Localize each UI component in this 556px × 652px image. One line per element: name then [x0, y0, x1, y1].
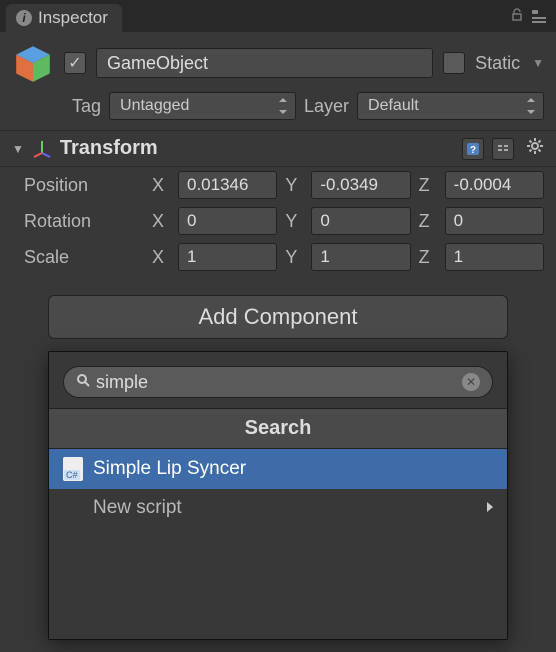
gameobject-header: ✓ Static ▼ — [0, 32, 556, 88]
add-component-section: Add Component — [0, 275, 556, 339]
position-x-input[interactable] — [178, 171, 277, 199]
transform-title: Transform — [60, 137, 454, 160]
axis-z-label: Z — [419, 175, 437, 196]
lock-icon[interactable] — [510, 8, 524, 25]
result-new-script[interactable]: New script — [49, 489, 507, 527]
axis-x-label: X — [152, 175, 170, 196]
info-icon: i — [16, 10, 32, 26]
rotation-x-input[interactable] — [178, 207, 277, 235]
search-icon — [76, 373, 90, 392]
chevron-right-icon — [487, 499, 493, 517]
layer-dropdown[interactable]: Default — [357, 92, 544, 120]
layer-label: Layer — [304, 96, 349, 117]
search-results: C# Simple Lip Syncer New script — [49, 449, 507, 639]
result-simple-lip-syncer[interactable]: C# Simple Lip Syncer — [49, 449, 507, 489]
search-input[interactable] — [96, 372, 462, 393]
layer-value: Default — [368, 97, 419, 115]
panel-menu-icon[interactable] — [532, 10, 546, 23]
tab-label: Inspector — [38, 8, 108, 28]
enabled-checkbox[interactable]: ✓ — [64, 52, 86, 74]
transform-component: ▼ Transform ? Position X Y Z Rotation X … — [0, 131, 556, 275]
static-dropdown-arrow[interactable]: ▼ — [532, 56, 544, 70]
component-search-popup: ✕ Search C# Simple Lip Syncer New script — [48, 351, 508, 640]
gameobject-icon[interactable] — [12, 42, 54, 84]
add-component-button[interactable]: Add Component — [48, 295, 508, 339]
gameobject-name-input[interactable] — [96, 48, 433, 78]
clear-search-icon[interactable]: ✕ — [462, 373, 480, 391]
scale-x-input[interactable] — [178, 243, 277, 271]
scale-y-input[interactable] — [311, 243, 410, 271]
tag-value: Untagged — [120, 97, 189, 115]
gear-icon[interactable] — [526, 137, 544, 160]
tag-layer-row: Tag Untagged Layer Default — [0, 88, 556, 131]
tab-bar: i Inspector — [0, 0, 556, 32]
inspector-tab[interactable]: i Inspector — [6, 4, 122, 32]
scale-row: Scale X Y Z — [0, 239, 556, 275]
static-label: Static — [475, 53, 520, 74]
rotation-z-input[interactable] — [445, 207, 544, 235]
static-checkbox[interactable] — [443, 52, 465, 74]
tag-label: Tag — [72, 96, 101, 117]
rotation-y-input[interactable] — [311, 207, 410, 235]
transform-header: ▼ Transform ? — [0, 131, 556, 167]
position-z-input[interactable] — [445, 171, 544, 199]
csharp-script-icon: C# — [63, 457, 83, 481]
popup-title: Search — [49, 408, 507, 449]
tag-dropdown[interactable]: Untagged — [109, 92, 296, 120]
axis-y-label: Y — [285, 175, 303, 196]
position-y-input[interactable] — [311, 171, 410, 199]
position-row: Position X Y Z — [0, 167, 556, 203]
foldout-arrow-icon[interactable]: ▼ — [12, 142, 24, 156]
rotation-label: Rotation — [24, 211, 144, 232]
position-label: Position — [24, 175, 144, 196]
scale-label: Scale — [24, 247, 144, 268]
transform-icon — [32, 139, 52, 159]
preset-button[interactable] — [492, 138, 514, 160]
result-label: New script — [93, 497, 182, 519]
svg-text:?: ? — [470, 145, 476, 156]
search-box[interactable]: ✕ — [63, 366, 493, 398]
scale-z-input[interactable] — [445, 243, 544, 271]
check-icon: ✓ — [68, 53, 81, 73]
rotation-row: Rotation X Y Z — [0, 203, 556, 239]
help-button[interactable]: ? — [462, 138, 484, 160]
result-label: Simple Lip Syncer — [93, 458, 246, 480]
